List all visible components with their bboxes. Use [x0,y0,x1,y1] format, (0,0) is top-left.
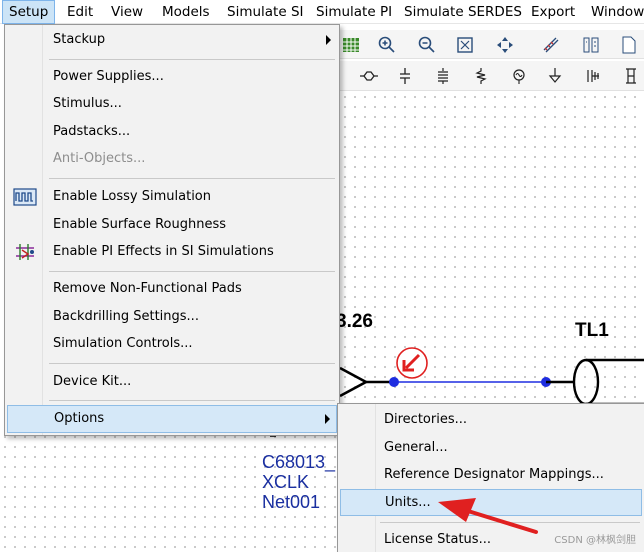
menu-item-power-supplies-label: Power Supplies... [53,69,164,84]
menu-item-general[interactable]: General... [340,435,642,461]
menu-item-backdrilling-settings-label: Backdrilling Settings... [53,309,199,324]
menu-item-stackup[interactable]: Stackup [7,27,337,53]
menu-separator [49,400,335,401]
menu-item-stimulus[interactable]: Stimulus... [7,91,337,117]
menu-separator [380,522,640,523]
pi-effects-icon [13,242,37,262]
menu-window-label: Window [591,4,644,20]
menu-edit-label: Edit [67,4,94,20]
menu-separator [49,363,335,364]
menu-item-license-status-label: License Status... [384,532,491,547]
menu-item-options-label: Options [54,411,105,426]
menu-item-power-supplies[interactable]: Power Supplies... [7,64,337,90]
menu-view[interactable]: View [104,0,150,24]
menu-item-simulation-controls[interactable]: Simulation Controls... [7,331,337,357]
menu-item-anti-objects-label: Anti-Objects... [53,151,146,166]
net-label-1[interactable]: C68013_ [262,452,335,472]
menu-item-enable-pi-effects[interactable]: Enable PI Effects in SI Simulations [7,239,337,265]
menu-item-backdrilling-settings[interactable]: Backdrilling Settings... [7,304,337,330]
lossy-simulation-icon [13,187,37,207]
menu-export-label: Export [531,4,576,20]
menu-item-enable-lossy-simulation-label: Enable Lossy Simulation [53,189,211,204]
menu-models[interactable]: Models [155,0,217,24]
menu-simulate-serdes-label: Simulate SERDES [404,4,522,20]
net-label-2[interactable]: XCLK [262,472,309,492]
menu-item-stimulus-label: Stimulus... [53,96,122,111]
menu-view-label: View [111,4,144,20]
menu-edit[interactable]: Edit [60,0,100,24]
menu-item-simulation-controls-label: Simulation Controls... [53,336,193,351]
menu-separator [49,271,335,272]
menu-item-reference-designator-mappings-label: Reference Designator Mappings... [384,467,604,482]
menu-item-enable-surface-roughness[interactable]: Enable Surface Roughness [7,212,337,238]
menu-item-remove-non-functional-pads[interactable]: Remove Non-Functional Pads [7,276,337,302]
menu-simulate-si-label: Simulate SI [227,4,304,20]
menu-item-enable-surface-roughness-label: Enable Surface Roughness [53,217,226,232]
menu-item-enable-pi-effects-label: Enable PI Effects in SI Simulations [53,244,274,259]
menu-item-anti-objects: Anti-Objects... [7,146,337,172]
menu-item-general-label: General... [384,440,448,455]
menu-item-directories-label: Directories... [384,412,468,427]
wire-node-left [389,377,399,387]
watermark: CSDN @林枫剑胆 [554,535,636,546]
menu-setup-label: Setup [9,4,49,20]
menu-simulate-pi[interactable]: Simulate PI [309,0,399,24]
menu-item-directories[interactable]: Directories... [340,407,642,433]
options-submenu: Directories... General... Reference Desi… [337,403,644,552]
menu-window[interactable]: Window [584,0,644,24]
menu-simulate-serdes[interactable]: Simulate SERDES [397,0,529,24]
menu-item-padstacks[interactable]: Padstacks... [7,119,337,145]
menu-simulate-si[interactable]: Simulate SI [220,0,311,24]
menu-item-options[interactable]: Options [7,405,337,433]
menu-models-label: Models [162,4,210,20]
setup-menu: Stackup Power Supplies... Stimulus... Pa… [4,24,340,436]
menu-item-device-kit-label: Device Kit... [53,374,132,389]
menu-item-remove-non-functional-pads-label: Remove Non-Functional Pads [53,281,242,296]
menu-bar: Setup Edit View Models Simulate SI Simul… [0,0,644,24]
submenu-arrow-icon [326,35,331,45]
menu-separator [49,178,335,179]
menu-item-padstacks-label: Padstacks... [53,124,131,139]
net-label-3[interactable]: Net001 [262,492,320,512]
menu-item-device-kit[interactable]: Device Kit... [7,369,337,395]
menu-export[interactable]: Export [524,0,582,24]
menu-item-stackup-label: Stackup [53,32,106,47]
menu-separator [49,59,335,60]
menu-item-units-label: Units... [385,495,431,510]
menu-simulate-pi-label: Simulate PI [316,4,393,20]
menu-item-units[interactable]: Units... [340,489,642,516]
submenu-arrow-icon [325,414,330,424]
menu-setup[interactable]: Setup [2,0,56,24]
menu-item-reference-designator-mappings[interactable]: Reference Designator Mappings... [340,462,642,488]
menu-item-enable-lossy-simulation[interactable]: Enable Lossy Simulation [7,184,337,210]
